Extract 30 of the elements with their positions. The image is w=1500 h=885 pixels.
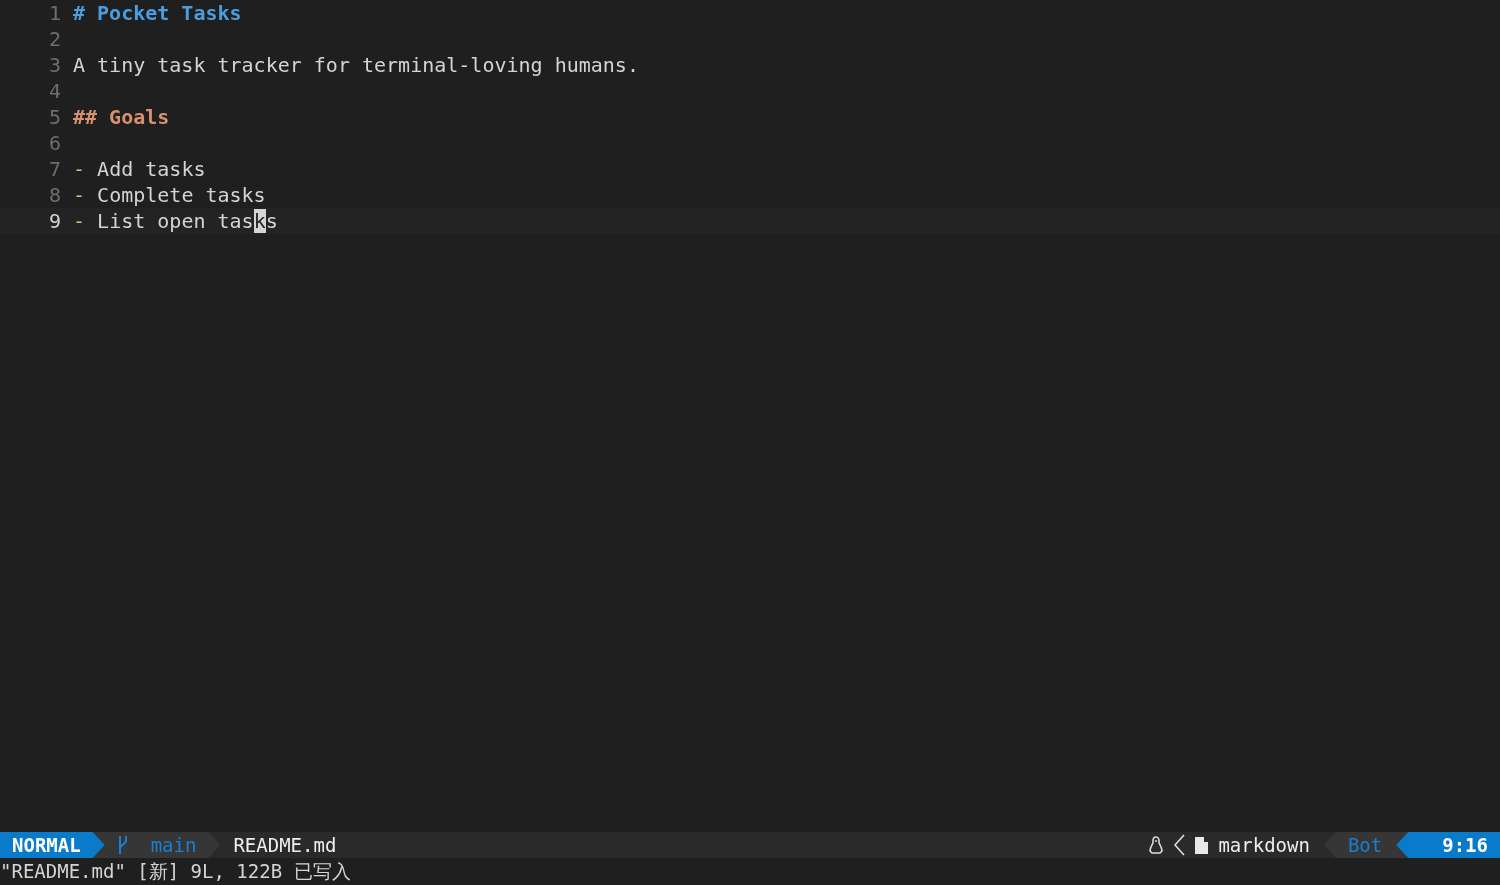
line-number: 3 (47, 53, 62, 77)
line-text: Add tasks (96, 157, 206, 181)
list-bullet: - (73, 157, 86, 181)
line-number: 6 (47, 131, 62, 155)
heading-text: ## Goals (73, 105, 170, 129)
branch-icon (116, 835, 129, 855)
file-icon (1195, 836, 1209, 854)
line-number: 7 (47, 157, 62, 181)
line-number: 5 (47, 105, 62, 129)
line-text: List open tas (96, 209, 254, 233)
mode-indicator: NORMAL (0, 832, 105, 858)
list-bullet: - (73, 183, 86, 207)
line-number: 4 (47, 79, 62, 103)
file-name: README.md (232, 834, 337, 856)
line-number: 1 (47, 1, 62, 25)
line-text: Complete tasks (96, 183, 266, 207)
text-cursor: k (253, 209, 266, 233)
line-text: s (265, 209, 278, 233)
chevron-left-icon (1173, 834, 1186, 856)
branch-name: main (150, 834, 197, 856)
file-type: markdown (1218, 834, 1311, 856)
list-bullet: - (73, 209, 86, 233)
cursor-position: 9:16 (1396, 832, 1500, 858)
heading-text: # Pocket Tasks (73, 1, 242, 25)
line-number: 8 (47, 183, 62, 207)
line-number: 9 (47, 209, 62, 233)
line-text: A tiny task tracker for terminal-loving humans. (73, 53, 639, 77)
command-message: "README.md" [新] 9L, 122B 已写入 (0, 858, 351, 884)
line-number: 2 (47, 27, 62, 51)
penguin-icon (1149, 836, 1164, 854)
